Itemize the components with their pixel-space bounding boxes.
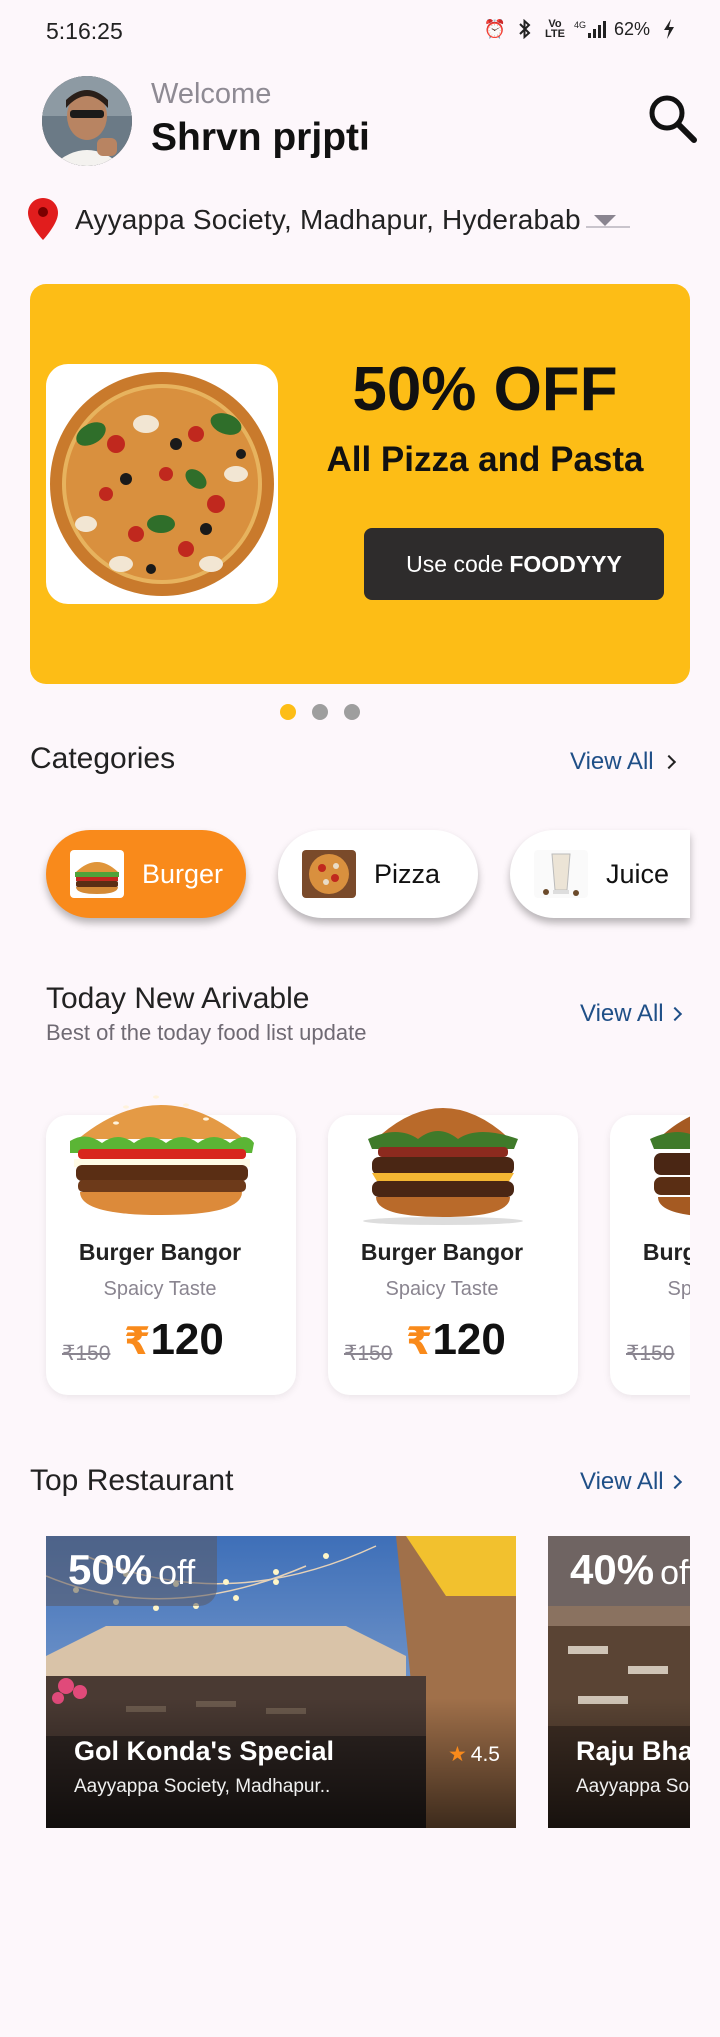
view-all-label: View All [570,748,654,775]
food-name: Burger Bangor [642,1239,690,1265]
svg-text:4G: 4G [574,20,586,30]
food-taste: Spaicy Taste [667,1278,690,1300]
food-price: ₹120 [124,1315,224,1365]
pizza-thumb-icon [302,850,356,898]
restaurant-name: Raju Bhai [576,1736,690,1766]
new-arrivals-view-all[interactable]: View All [580,1000,682,1028]
category-label: Burger [142,858,224,889]
location-dropdown-underline [586,226,630,228]
food-old-price: ₹150 [626,1342,675,1365]
burger-thumb-icon [70,850,124,898]
food-taste: Spaicy Taste [385,1278,499,1300]
restaurant-address: Aayyappa Society, Madhapur.. [576,1776,690,1797]
chevron-right-icon [661,754,676,770]
search-icon[interactable] [646,92,700,146]
location-address[interactable]: Ayyappa Society, Madhapur, Hyderabab [75,204,581,236]
food-taste: Spaicy Taste [103,1278,217,1300]
view-all-label: View All [580,1000,664,1027]
chevron-down-icon[interactable] [594,215,616,226]
status-time: 5:16:25 [46,18,123,44]
promo-code: FOODYYY [509,550,622,577]
category-label: Pizza [374,858,441,889]
top-restaurant-view-all[interactable]: View All [580,1468,682,1496]
discount-badge: 50% off [46,1536,218,1606]
restaurant-address: Aayyappa Society, Madhapur.. [74,1776,331,1797]
signal-icon: 4G [574,18,606,40]
discount-percent: 40% [570,1546,655,1593]
rating-value: 4.5 [470,1742,500,1766]
restaurant-card[interactable]: 40% off Raju Bhai Aayyappa Society, Madh… [548,1536,690,1828]
new-arrivals-title: Today New Arivable [46,982,310,1015]
discount-off: off [660,1554,690,1592]
chevron-right-icon [667,1006,682,1022]
carousel-dot-2[interactable] [312,704,328,720]
discount-off: off [158,1554,196,1592]
food-old-price: ₹150 [344,1342,393,1365]
battery-charging-icon [658,18,680,40]
categories-title: Categories [30,742,176,775]
rupee-symbol: ₹ [688,1321,690,1363]
use-code-button[interactable]: Use code FOODYYY [364,528,664,600]
bluetooth-icon [514,18,536,40]
carousel-dot-3[interactable] [344,704,360,720]
price-value: 120 [432,1315,506,1364]
restaurant-card[interactable]: 50% off Gol Konda's Special Aayyappa Soc… [46,1536,516,1828]
promo-banner[interactable]: 50% OFF All Pizza and Pasta Use code FOO… [30,284,690,684]
discount-badge: 40% off [548,1536,690,1606]
avatar[interactable] [42,76,132,166]
rupee-symbol: ₹ [406,1321,433,1363]
banner-subtitle: All Pizza and Pasta [326,440,644,479]
restaurant-name: Gol Konda's Special [74,1736,334,1766]
welcome-label: Welcome [151,78,272,110]
top-restaurant-title: Top Restaurant [30,1464,234,1497]
category-juice[interactable]: Juice [510,830,690,918]
pizza-image [46,364,278,604]
code-prefix: Use code [406,550,504,577]
categories-view-all[interactable]: View All [570,748,676,776]
view-all-label: View All [580,1468,664,1495]
star-icon: ★ [447,1743,467,1766]
burger-image [56,1077,266,1227]
banner-discount: 50% OFF [352,355,618,424]
food-name: Burger Bangor [78,1239,242,1265]
status-icons: ⏰ Vo LTE 4G 62% [484,18,680,40]
food-card[interactable]: Burger Bangor Spaicy Taste ₹150 ₹120 [328,1108,578,1395]
alarm-icon: ⏰ [483,18,507,39]
category-burger[interactable]: Burger [46,830,246,918]
food-carousel[interactable]: Burger Bangor Spaicy Taste ₹150 ₹120 Bur… [0,1070,690,1430]
rupee-symbol: ₹ [124,1321,151,1363]
food-price: ₹120 [406,1315,506,1365]
chevron-right-icon [667,1474,682,1490]
category-label: Juice [606,858,670,889]
battery-percent: 62% [613,18,650,39]
food-price: ₹120 [688,1315,690,1365]
restaurant-rating: ★ 4.5 [448,1742,500,1767]
new-arrivals-subtitle: Best of the today food list update [46,1020,367,1045]
volte-icon: Vo LTE [544,18,565,40]
food-old-price: ₹150 [62,1342,111,1365]
burger-image [620,1077,690,1227]
location-pin-icon [26,196,60,242]
discount-percent: 50% [68,1546,153,1593]
juice-thumb-icon [534,850,588,898]
category-pizza[interactable]: Pizza [278,830,478,918]
food-card[interactable]: Burger Bangor Spaicy Taste ₹150 ₹120 [46,1095,296,1395]
food-card[interactable]: Burger Bangor Spaicy Taste ₹150 ₹120 [610,1115,690,1395]
username: Shrvn prjpti [151,116,370,159]
food-name: Burger Bangor [360,1239,524,1265]
carousel-indicator [0,704,720,720]
price-value: 120 [150,1315,224,1364]
carousel-dot-1[interactable] [280,704,296,720]
burger-image [338,1077,548,1227]
